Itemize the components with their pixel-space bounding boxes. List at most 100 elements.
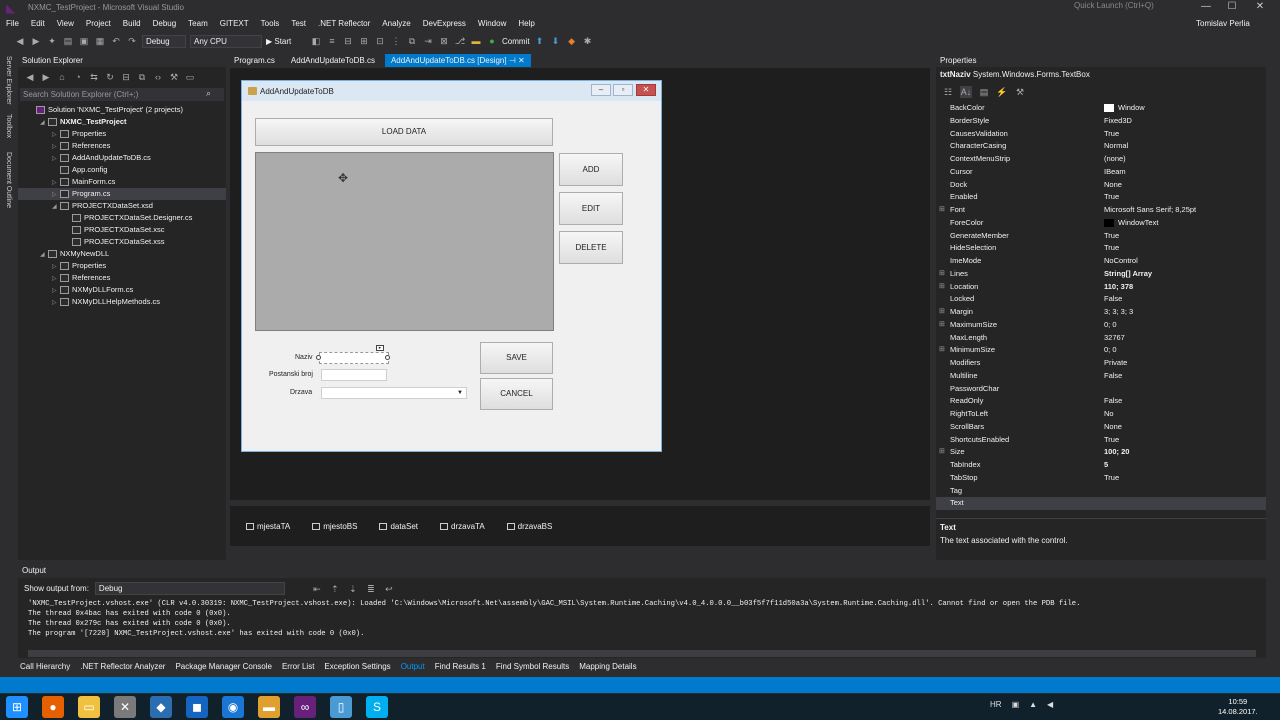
property-value[interactable]: 3; 3; 3; 3 [1104, 306, 1133, 319]
expand-icon[interactable]: ⊞ [939, 268, 945, 281]
side-tab[interactable]: Toolbox [5, 114, 12, 138]
expand-arrow-icon[interactable]: ▷ [52, 297, 60, 309]
property-row[interactable]: MaxLength 32767 [936, 332, 1266, 345]
undo-icon[interactable]: ↶ [110, 35, 122, 47]
menu-item[interactable]: Team [182, 16, 214, 32]
property-row[interactable]: TabStop True [936, 472, 1266, 485]
property-row[interactable]: PasswordChar [936, 383, 1266, 396]
doc-tab[interactable]: Program.cs [228, 54, 281, 67]
designer-form[interactable]: AddAndUpdateToDB – ▫ ✕ LOAD DATA ✥ ADD E… [241, 80, 662, 452]
app-icon[interactable]: ◆ [150, 696, 172, 718]
git-icon[interactable]: ⎇ [454, 35, 466, 47]
property-value[interactable]: Fixed3D [1104, 115, 1132, 128]
folder-icon[interactable]: ▬ [258, 696, 280, 718]
chrome-icon[interactable]: ◉ [222, 696, 244, 718]
property-pages-icon[interactable]: ⚒ [1014, 86, 1026, 98]
property-value[interactable]: True [1104, 434, 1119, 447]
tools-icon[interactable]: ✕ [114, 696, 136, 718]
tray-component[interactable]: dataSet [379, 522, 418, 531]
next-message-icon[interactable]: ⇣ [347, 583, 359, 595]
volume-icon[interactable]: ◀ [1047, 700, 1053, 709]
property-row[interactable]: CausesValidation True [936, 128, 1266, 141]
lock-icon[interactable]: ⊠ [438, 35, 450, 47]
property-row[interactable]: TabIndex 5 [936, 459, 1266, 472]
property-row[interactable]: ⊞ Font Microsoft Sans Serif; 8,25pt [936, 204, 1266, 217]
resize-handle-right-icon[interactable] [385, 355, 390, 360]
property-value[interactable]: True [1104, 242, 1119, 255]
property-row[interactable]: ImeMode NoControl [936, 255, 1266, 268]
pull-icon[interactable]: ⬇ [550, 35, 562, 47]
events-icon[interactable]: ⚡ [996, 86, 1008, 98]
folder-icon[interactable]: ▬ [470, 35, 482, 47]
forward-icon[interactable]: ▶ [30, 35, 42, 47]
bottom-tab[interactable]: Find Symbol Results [494, 660, 571, 674]
property-value[interactable]: 100; 20 [1104, 446, 1129, 459]
property-value[interactable]: False [1104, 395, 1122, 408]
bottom-tab[interactable]: Exception Settings [322, 660, 392, 674]
property-value[interactable]: True [1104, 191, 1119, 204]
menu-item[interactable]: DevExpress [417, 16, 472, 32]
naziv-input[interactable] [319, 352, 389, 364]
property-row[interactable]: ReadOnly False [936, 395, 1266, 408]
cancel-button[interactable]: CANCEL [480, 378, 553, 410]
menu-item[interactable]: GITEXT [214, 16, 255, 32]
categorized-icon[interactable]: ☷ [942, 86, 954, 98]
stash-icon[interactable]: ◆ [566, 35, 578, 47]
forward-icon[interactable]: ▶ [40, 71, 52, 83]
tree-item[interactable]: ◢ NXMyNewDLL [18, 248, 226, 260]
property-row[interactable]: Dock None [936, 179, 1266, 192]
close-button[interactable]: ✕ [1250, 0, 1270, 14]
data-grid-view[interactable] [255, 152, 554, 331]
form-close-button[interactable]: ✕ [636, 84, 656, 96]
order-icon[interactable]: ⧉ [406, 35, 418, 47]
tree-item[interactable]: Solution 'NXMC_TestProject' (2 projects) [18, 104, 226, 116]
open-icon[interactable]: ▤ [62, 35, 74, 47]
menu-item[interactable]: View [51, 16, 80, 32]
property-value[interactable]: WindowText [1104, 217, 1158, 230]
smart-tag-icon[interactable]: ▸ [376, 345, 384, 351]
clear-all-icon[interactable]: ≣ [365, 583, 377, 595]
property-row[interactable]: RightToLeft No [936, 408, 1266, 421]
sync-icon[interactable]: ⇆ [88, 71, 100, 83]
maximize-button[interactable]: ☐ [1222, 0, 1242, 14]
push-icon[interactable]: ⬆ [534, 35, 546, 47]
bottom-tab[interactable]: Package Manager Console [173, 660, 274, 674]
tab-order-icon[interactable]: ⇥ [422, 35, 434, 47]
property-row[interactable]: BackColor Window [936, 102, 1266, 115]
tree-item[interactable]: App.config [18, 164, 226, 176]
tree-item[interactable]: ▷ NXMyDLLHelpMethods.cs [18, 296, 226, 308]
pin-icon[interactable]: ⊣ ✕ [507, 56, 525, 65]
property-value[interactable]: False [1104, 293, 1122, 306]
property-value[interactable]: Normal [1104, 140, 1128, 153]
output-source-select[interactable]: Debug [94, 582, 285, 595]
property-value[interactable]: True [1104, 128, 1119, 141]
firefox-icon[interactable]: ● [42, 696, 64, 718]
home-icon[interactable]: ⌂ [56, 71, 68, 83]
tree-item[interactable]: ▷ Properties [18, 128, 226, 140]
config-select[interactable]: Debug [142, 34, 186, 48]
save-icon[interactable]: ▣ [78, 35, 90, 47]
collapse-all-icon[interactable]: ⊟ [120, 71, 132, 83]
property-row[interactable]: Cursor IBeam [936, 166, 1266, 179]
menu-item[interactable]: Edit [25, 16, 51, 32]
align-icon[interactable]: ⊟ [342, 35, 354, 47]
property-row[interactable]: ScrollBars None [936, 421, 1266, 434]
redo-icon[interactable]: ↷ [126, 35, 138, 47]
properties-object-selector[interactable]: txtNaziv System.Windows.Forms.TextBox [940, 70, 1090, 79]
tree-item[interactable]: ◢ NXMC_TestProject [18, 116, 226, 128]
property-row[interactable]: Tag [936, 485, 1266, 498]
bottom-tab[interactable]: Error List [280, 660, 316, 674]
bottom-tab[interactable]: Find Results 1 [433, 660, 488, 674]
chevron-down-icon[interactable]: ▼ [457, 390, 463, 396]
property-row[interactable]: CharacterCasing Normal [936, 140, 1266, 153]
drzava-combobox[interactable]: ▼ [321, 387, 467, 399]
property-value[interactable]: NoControl [1104, 255, 1138, 268]
tree-item[interactable]: ▷ References [18, 272, 226, 284]
expand-icon[interactable]: ⊞ [939, 446, 945, 459]
notepad-icon[interactable]: ▯ [330, 696, 352, 718]
form-maximize-button[interactable]: ▫ [613, 84, 633, 96]
property-row[interactable]: ⊞ MaximumSize 0; 0 [936, 319, 1266, 332]
back-icon[interactable]: ◀ [14, 35, 26, 47]
commit-button[interactable]: Commit [502, 37, 530, 46]
property-row[interactable]: HideSelection True [936, 242, 1266, 255]
